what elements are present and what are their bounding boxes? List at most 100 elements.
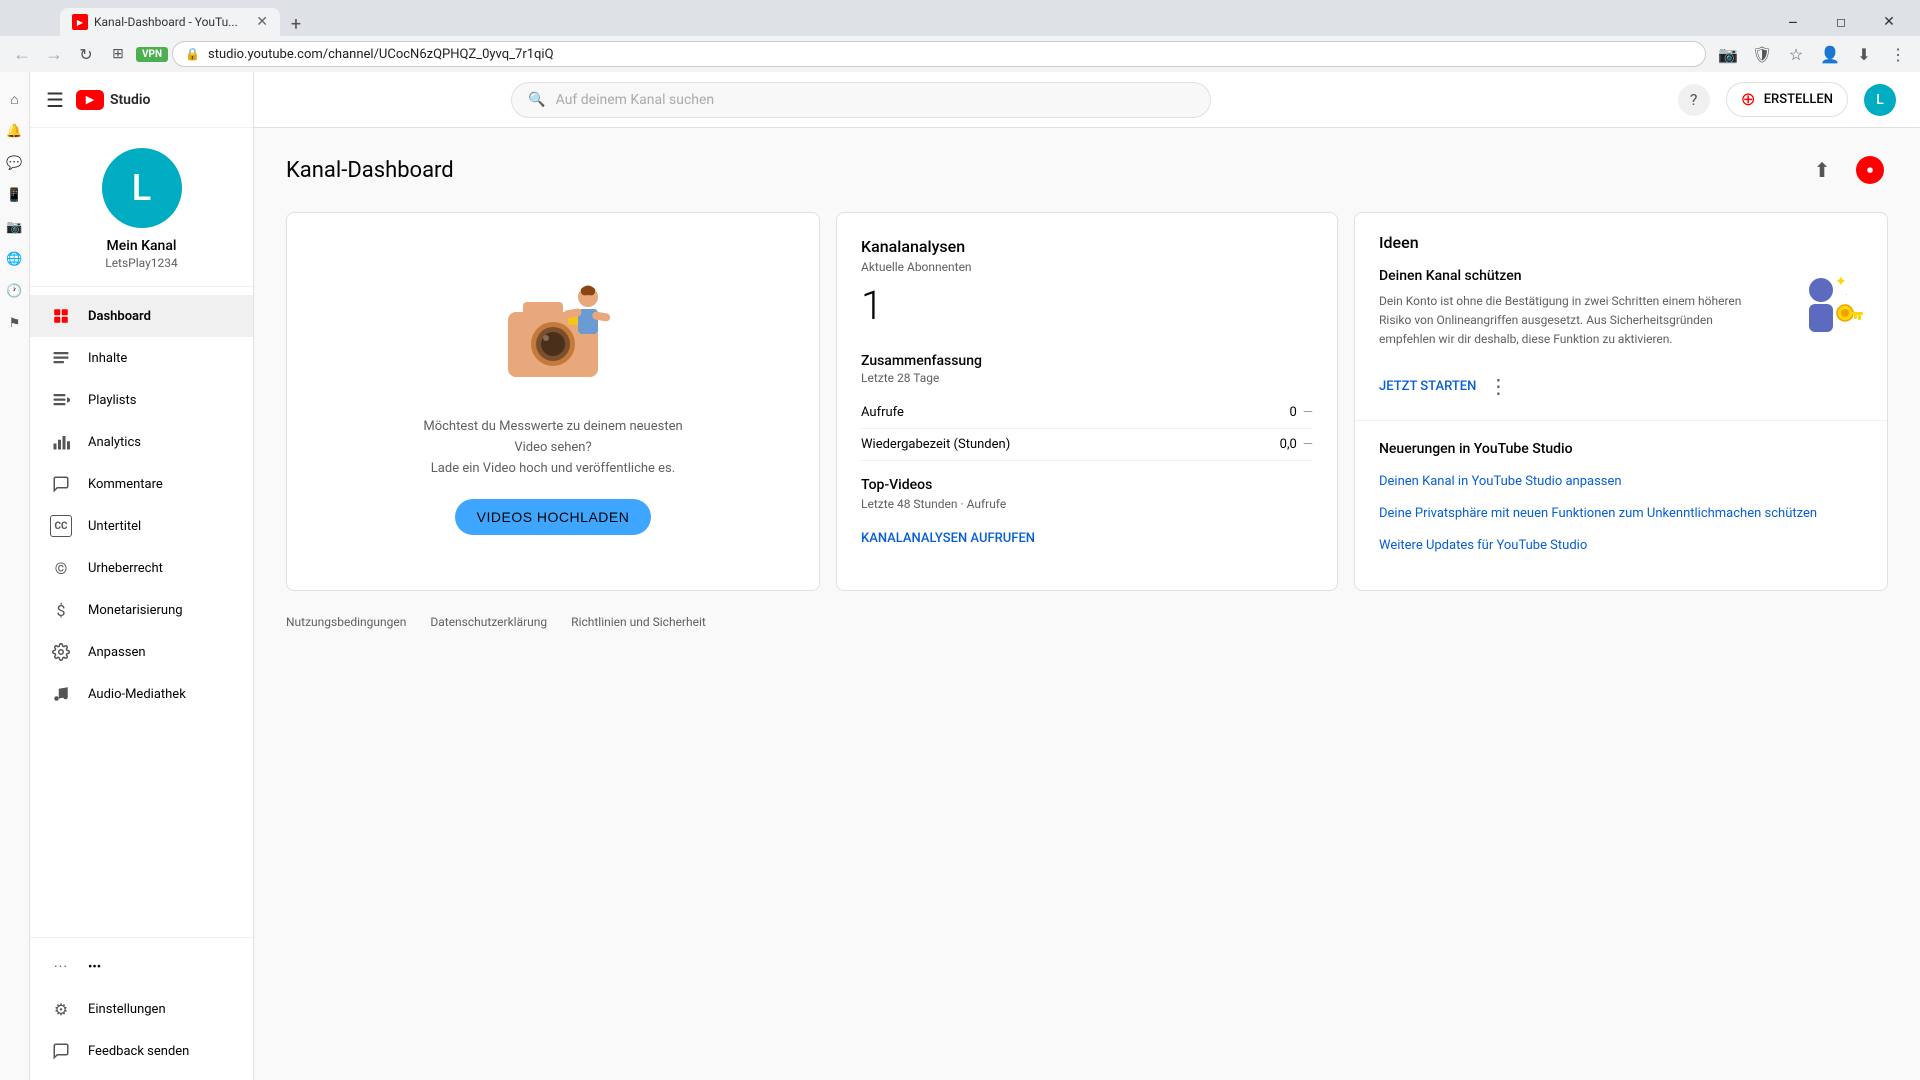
security-illustration: ✦ · xyxy=(1783,268,1863,352)
dashboard-icon xyxy=(50,305,72,327)
sidebar-item-einstellungen[interactable]: ⚙ Einstellungen xyxy=(30,988,253,1030)
more-icon: ··· xyxy=(50,956,72,978)
restore-button[interactable]: ◻ xyxy=(1818,8,1864,36)
ideas-title: Ideen xyxy=(1379,233,1863,252)
micro-notifications-icon[interactable]: 🔔 xyxy=(4,120,26,142)
update-item-0[interactable]: Deinen Kanal in YouTube Studio anpassen xyxy=(1379,473,1863,491)
sidebar-item-anpassen-label: Anpassen xyxy=(88,645,146,660)
address-text: studio.youtube.com/channel/UCocN6zQPHQZ_… xyxy=(208,47,1693,62)
subscribers-count: 1 xyxy=(861,282,1313,329)
topbar: 🔍 Auf deinem Kanal suchen ? ⊕ ERSTELLEN … xyxy=(254,72,1920,128)
wiedergabe-label: Wiedergabezeit (Stunden) xyxy=(861,437,1010,452)
sidebar-item-anpassen[interactable]: Anpassen xyxy=(30,631,253,673)
analytics-card: Kanalanalysen Aktuelle Abonnenten 1 Zusa… xyxy=(836,212,1338,591)
micro-clock-icon[interactable]: 🕐 xyxy=(4,280,26,302)
search-icon: 🔍 xyxy=(528,92,545,108)
search-input-wrapper[interactable]: 🔍 Auf deinem Kanal suchen xyxy=(511,82,1211,118)
jetzt-starten-button[interactable]: JETZT STARTEN xyxy=(1379,379,1476,394)
micro-globe-icon[interactable]: 🌐 xyxy=(4,248,26,270)
studio-text: Studio xyxy=(110,92,151,108)
analytics-title: Kanalanalysen xyxy=(861,237,1313,256)
stats-row-aufrufe: Aufrufe 0 — xyxy=(861,397,1313,429)
sidebar-item-analytics[interactable]: Analytics xyxy=(30,421,253,463)
live-icon-button[interactable]: ⏺ xyxy=(1852,152,1888,188)
sidebar-item-more[interactable]: ··· ••• xyxy=(30,946,253,988)
sidebar-item-monetarisierung[interactable]: $ Monetarisierung xyxy=(30,589,253,631)
page-header: Kanal-Dashboard ⬆ ⏺ xyxy=(286,152,1888,188)
sidebar-item-feedback[interactable]: Feedback senden xyxy=(30,1030,253,1072)
footer-link-datenschutz[interactable]: Datenschutzerklärung xyxy=(430,615,547,629)
upload-icon-button[interactable]: ⬆ xyxy=(1804,152,1840,188)
tab-favicon: ▶ xyxy=(72,14,88,30)
micro-messages-icon[interactable]: 💬 xyxy=(4,152,26,174)
monetarisierung-icon: $ xyxy=(50,599,72,621)
stats-row-wiedergabe: Wiedergabezeit (Stunden) 0,0 — xyxy=(861,429,1313,461)
sidebar-item-inhalte[interactable]: Inhalte xyxy=(30,337,253,379)
page-header-actions: ⬆ ⏺ xyxy=(1804,152,1888,188)
new-tab-button[interactable]: + xyxy=(284,12,308,36)
analytics-icon xyxy=(50,431,72,453)
vpn-badge[interactable]: VPN xyxy=(136,47,168,62)
inhalte-icon xyxy=(50,347,72,369)
search-bar: 🔍 Auf deinem Kanal suchen xyxy=(511,82,1211,118)
channel-handle: LetsPlay1234 xyxy=(105,256,178,270)
update-item-1[interactable]: Deine Privatsphäre mit neuen Funktionen … xyxy=(1379,505,1863,523)
sidebar-item-kommentare[interactable]: Kommentare xyxy=(30,463,253,505)
footer-link-richtlinien[interactable]: Richtlinien und Sicherheit xyxy=(571,615,706,629)
help-button[interactable]: ? xyxy=(1678,84,1710,116)
minimize-button[interactable]: – xyxy=(1770,8,1816,36)
address-bar[interactable]: 🔒 studio.youtube.com/channel/UCocN6zQPHQ… xyxy=(172,41,1706,67)
bookmark-icon[interactable]: ☆ xyxy=(1782,40,1810,68)
sidebar-item-untertitel-label: Untertitel xyxy=(88,519,141,534)
yt-logo-icon: ▶ xyxy=(76,90,104,110)
download-icon[interactable]: ⬇ xyxy=(1850,40,1878,68)
upload-text: Möchtest du Messwerte zu deinem neuesten… xyxy=(413,417,693,479)
micro-flag-icon[interactable]: ⚑ xyxy=(4,312,26,334)
dashboard-grid: Möchtest du Messwerte zu deinem neuesten… xyxy=(286,212,1888,591)
sidebar-item-playlists-label: Playlists xyxy=(88,393,136,408)
sidebar-item-urheberrecht[interactable]: © Urheberrecht xyxy=(30,547,253,589)
channel-profile: L Mein Kanal LetsPlay1234 xyxy=(30,128,253,287)
updates-section: Neuerungen in YouTube Studio Deinen Kana… xyxy=(1355,421,1887,590)
sidebar-item-feedback-label: Feedback senden xyxy=(88,1044,189,1059)
sidebar-item-untertitel[interactable]: CC Untertitel xyxy=(30,505,253,547)
youtube-studio-logo[interactable]: ▶ Studio xyxy=(76,90,151,110)
browser-chrome: ▶ Kanal-Dashboard - YouTu... ✕ + – ◻ ✕ ←… xyxy=(0,0,1920,72)
more-options-button[interactable]: ⋮ xyxy=(1484,372,1512,400)
sidebar-item-urheberrecht-label: Urheberrecht xyxy=(88,561,163,576)
micro-home-icon[interactable]: ⌂ xyxy=(4,88,26,110)
updates-title: Neuerungen in YouTube Studio xyxy=(1379,441,1863,457)
footer-link-nutzungsbedingungen[interactable]: Nutzungsbedingungen xyxy=(286,615,406,629)
update-item-2[interactable]: Weitere Updates für YouTube Studio xyxy=(1379,537,1863,555)
sidebar-item-playlists[interactable]: Playlists xyxy=(30,379,253,421)
left-micro-icons: ⌂ 🔔 💬 📱 📷 🌐 🕐 ⚑ xyxy=(0,72,30,1080)
sidebar-item-audio-mediathek[interactable]: Audio-Mediathek xyxy=(30,673,253,715)
menu-icon[interactable]: ⋮ xyxy=(1884,40,1912,68)
summary-period: Letzte 28 Tage xyxy=(861,371,1313,385)
kanalanalysen-link[interactable]: KANALANALYSEN AUFRUFEN xyxy=(861,531,1035,546)
close-button[interactable]: ✕ xyxy=(1866,8,1912,36)
extensions-button[interactable]: ⊞ xyxy=(104,40,132,68)
ideas-header-section: Ideen xyxy=(1355,213,1887,421)
forward-button[interactable]: → xyxy=(40,40,68,68)
screenshot-icon[interactable]: 📷 xyxy=(1714,40,1742,68)
micro-instagram-icon[interactable]: 📷 xyxy=(4,216,26,238)
user-avatar[interactable]: L xyxy=(1864,84,1896,116)
hamburger-menu[interactable]: ☰ xyxy=(46,88,64,112)
profile-icon[interactable]: 👤 xyxy=(1816,40,1844,68)
nav-menu: Dashboard Inhalte Playlists Analytics xyxy=(30,287,253,937)
ideas-card: Ideen xyxy=(1354,212,1888,591)
active-tab[interactable]: ▶ Kanal-Dashboard - YouTu... ✕ xyxy=(60,8,280,36)
micro-whatsapp-icon[interactable]: 📱 xyxy=(4,184,26,206)
sidebar-item-dashboard[interactable]: Dashboard xyxy=(30,295,253,337)
videos-hochladen-button[interactable]: VIDEOS HOCHLADEN xyxy=(455,499,652,535)
reload-button[interactable]: ↻ xyxy=(72,40,100,68)
upload-illustration xyxy=(478,267,628,397)
shield-x-icon[interactable]: 🛡 xyxy=(1748,40,1776,68)
back-button[interactable]: ← xyxy=(8,40,36,68)
lock-icon: 🔒 xyxy=(185,47,200,61)
create-button[interactable]: ⊕ ERSTELLEN xyxy=(1726,82,1848,117)
tab-close-icon[interactable]: ✕ xyxy=(256,14,268,30)
main-area: 🔍 Auf deinem Kanal suchen ? ⊕ ERSTELLEN … xyxy=(254,72,1920,1080)
topbar-actions: ? ⊕ ERSTELLEN L xyxy=(1678,82,1896,117)
